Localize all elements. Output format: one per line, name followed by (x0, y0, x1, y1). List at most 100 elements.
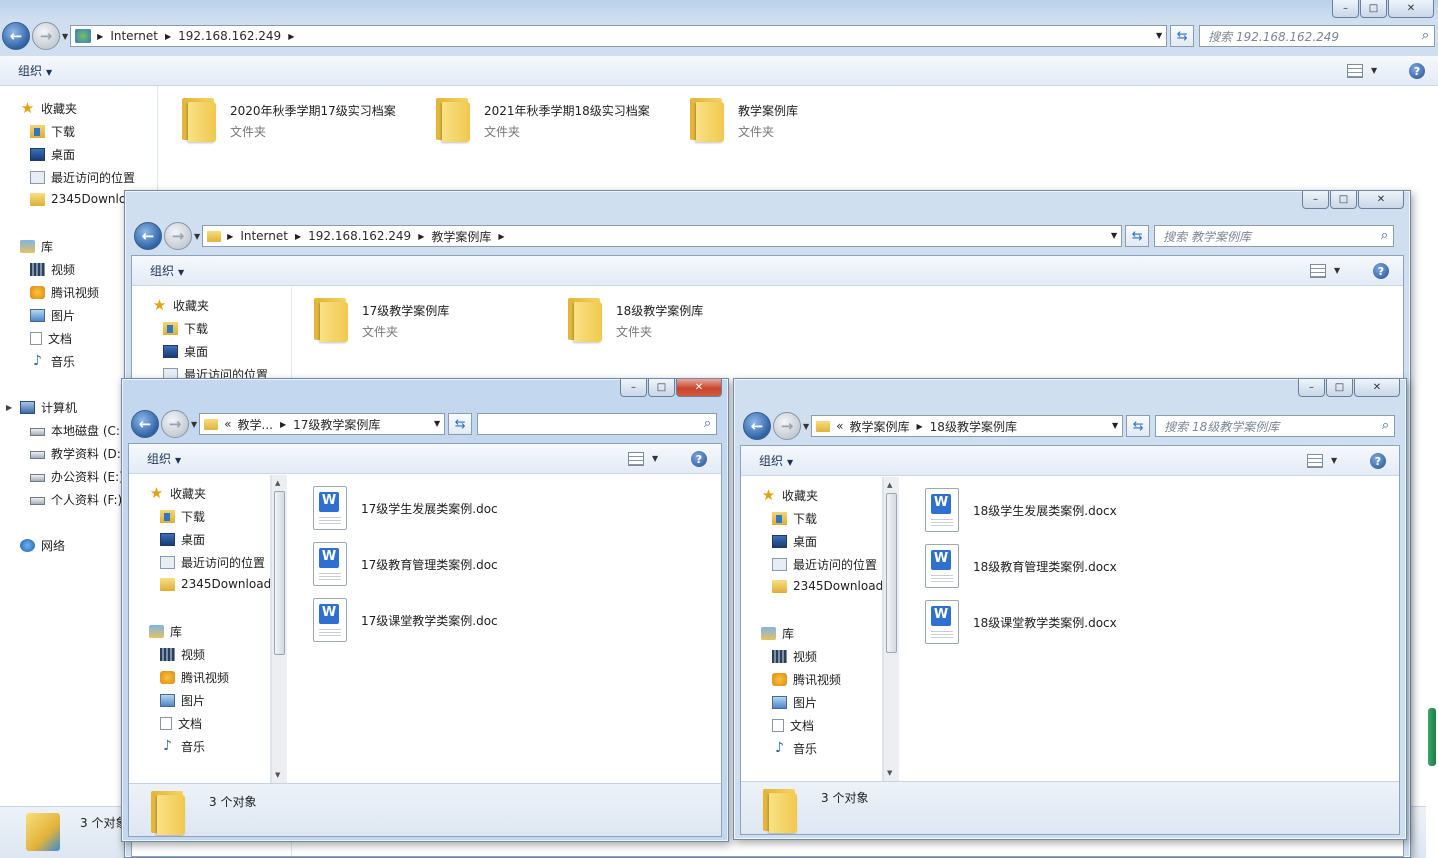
maximize-button[interactable]: □ (1326, 379, 1353, 397)
address-dropdown-icon[interactable]: ▼ (1156, 31, 1162, 40)
nav-scrollbar[interactable]: ▲ ▼ (271, 475, 287, 783)
folder-item[interactable]: 17级教学案例库 文件夹 (312, 296, 449, 342)
minimize-button[interactable]: – (1332, 0, 1359, 18)
search-icon[interactable]: ⌕ (1382, 418, 1389, 433)
nav-documents[interactable]: 文档 (160, 715, 202, 732)
address-dropdown-icon[interactable]: ▼ (1111, 231, 1117, 240)
breadcrumb-host[interactable]: 192.168.162.249 (178, 29, 281, 43)
breadcrumb-internet[interactable]: Internet (110, 29, 158, 43)
nav-drive-e[interactable]: 办公资料 (E:) (30, 468, 124, 485)
nav-tencent-video[interactable]: 腾讯视频 (160, 669, 229, 686)
breadcrumb-overflow[interactable]: « (836, 419, 843, 433)
nav-pictures[interactable]: 图片 (160, 692, 205, 709)
nav-libraries[interactable]: 库 (149, 623, 182, 640)
view-options-icon[interactable] (628, 452, 644, 466)
back-button[interactable]: ← (2, 22, 30, 50)
history-dropdown-icon[interactable]: ▼ (803, 422, 809, 431)
close-button[interactable]: ✕ (1388, 0, 1434, 18)
address-dropdown-icon[interactable]: ▼ (1112, 421, 1118, 430)
breadcrumb-parent[interactable]: 教学... (238, 416, 273, 433)
scroll-thumb[interactable] (1428, 708, 1436, 766)
organize-button[interactable]: 组织 ▼ (759, 452, 793, 469)
close-button[interactable]: ✕ (1354, 379, 1400, 397)
breadcrumb-host[interactable]: 192.168.162.249 (308, 229, 411, 243)
organize-button[interactable]: 组织 ▼ (150, 262, 184, 279)
nav-recent[interactable]: 最近访问的位置 (160, 554, 265, 571)
search-icon[interactable]: ⌕ (1381, 228, 1388, 243)
address-bar[interactable]: ▶ Internet ▶ 192.168.162.249 ▶ 教学案例库 ▶ ▼ (202, 225, 1123, 247)
page-scrollbar[interactable] (1426, 190, 1438, 858)
refresh-button[interactable]: ⇆ (1170, 25, 1195, 47)
breadcrumb-current[interactable]: 18级教学案例库 (930, 418, 1017, 435)
nav-libraries[interactable]: 库 (761, 625, 794, 642)
file-item[interactable]: W 18级课堂教学类案例.docx (925, 600, 1117, 644)
view-dropdown-icon[interactable]: ▼ (1331, 456, 1337, 465)
view-dropdown-icon[interactable]: ▼ (1371, 66, 1377, 75)
breadcrumb-current[interactable]: 17级教学案例库 (293, 416, 380, 433)
nav-scrollbar[interactable]: ▲ ▼ (883, 477, 899, 781)
history-dropdown-icon[interactable]: ▼ (62, 32, 68, 41)
folder-item[interactable]: 2021年秋季学期18级实习档案 文件夹 (434, 96, 650, 142)
scroll-up-icon[interactable]: ▲ (275, 479, 280, 487)
help-icon[interactable]: ? (1373, 263, 1389, 279)
back-button[interactable]: ← (743, 412, 771, 440)
scroll-thumb[interactable] (886, 493, 897, 653)
back-button[interactable]: ← (134, 222, 162, 250)
nav-music[interactable]: ♪ 音乐 (30, 353, 75, 370)
nav-music[interactable]: ♪ 音乐 (772, 740, 817, 757)
nav-favorites[interactable]: ★ 收藏夹 (152, 297, 209, 314)
view-options-icon[interactable] (1347, 64, 1363, 78)
nav-2345downloads[interactable]: 2345Downloads (160, 577, 270, 591)
organize-button[interactable]: 组织 ▼ (18, 62, 52, 79)
view-dropdown-icon[interactable]: ▼ (1334, 266, 1340, 275)
nav-desktop[interactable]: 桌面 (163, 343, 208, 360)
nav-tencent-video[interactable]: 腾讯视频 (772, 671, 841, 688)
nav-tencent-video[interactable]: 腾讯视频 (30, 284, 99, 301)
refresh-button[interactable]: ⇆ (1125, 225, 1150, 247)
nav-favorites[interactable]: ★ 收藏夹 (20, 100, 77, 117)
nav-favorites[interactable]: ★ 收藏夹 (149, 485, 206, 502)
nav-pictures[interactable]: 图片 (30, 307, 75, 324)
breadcrumb-folder[interactable]: 教学案例库 (431, 228, 491, 245)
nav-drive-f[interactable]: 个人资料 (F:) (30, 491, 122, 508)
breadcrumb-overflow[interactable]: « (224, 417, 231, 431)
nav-recent[interactable]: 最近访问的位置 (772, 556, 877, 573)
maximize-button[interactable]: □ (1360, 0, 1387, 18)
search-input[interactable]: 搜索 教学案例库 ⌕ (1154, 225, 1395, 247)
forward-button[interactable]: → (773, 412, 801, 440)
search-icon[interactable]: ⌕ (1422, 28, 1429, 43)
scroll-thumb[interactable] (274, 491, 285, 655)
view-options-icon[interactable] (1307, 454, 1323, 468)
file-item[interactable]: W 17级教育管理类案例.doc (313, 542, 498, 586)
scroll-down-icon[interactable]: ▼ (887, 769, 892, 777)
nav-desktop[interactable]: 桌面 (30, 146, 75, 163)
nav-desktop[interactable]: 桌面 (772, 533, 817, 550)
address-bar[interactable]: ▶ Internet ▶ 192.168.162.249 ▶ ▼ (70, 25, 1168, 47)
nav-music[interactable]: ♪ 音乐 (160, 738, 205, 755)
refresh-button[interactable]: ⇆ (448, 413, 473, 435)
address-bar[interactable]: « 教学案例库 ▶ 18级教学案例库 ▼ (811, 415, 1124, 437)
organize-button[interactable]: 组织 ▼ (147, 450, 181, 467)
address-dropdown-icon[interactable]: ▼ (434, 419, 440, 428)
search-icon[interactable]: ⌕ (704, 416, 711, 431)
maximize-button[interactable]: □ (1330, 191, 1357, 209)
help-icon[interactable]: ? (1370, 453, 1386, 469)
nav-downloads[interactable]: 下载 (160, 508, 205, 525)
forward-button[interactable]: → (32, 22, 60, 50)
nav-drive-c[interactable]: 本地磁盘 (C:) (30, 422, 125, 439)
scroll-up-icon[interactable]: ▲ (887, 481, 892, 489)
minimize-button[interactable]: – (620, 379, 647, 397)
expand-arrow-icon[interactable]: ▶ (6, 403, 12, 412)
close-button[interactable]: ✕ (1358, 191, 1404, 209)
maximize-button[interactable]: □ (648, 379, 675, 397)
view-dropdown-icon[interactable]: ▼ (652, 454, 658, 463)
scroll-down-icon[interactable]: ▼ (275, 771, 280, 779)
address-bar[interactable]: « 教学... ▶ 17级教学案例库 ▼ (199, 413, 446, 435)
close-button[interactable]: ✕ (676, 379, 722, 397)
nav-downloads[interactable]: 下载 (772, 510, 817, 527)
forward-button[interactable]: → (161, 410, 189, 438)
search-input[interactable]: ⌕ (477, 413, 718, 435)
nav-videos[interactable]: 视频 (160, 646, 205, 663)
file-item[interactable]: W 17级学生发展类案例.doc (313, 486, 498, 530)
search-input[interactable]: 搜索 18级教学案例库 ⌕ (1155, 415, 1396, 437)
